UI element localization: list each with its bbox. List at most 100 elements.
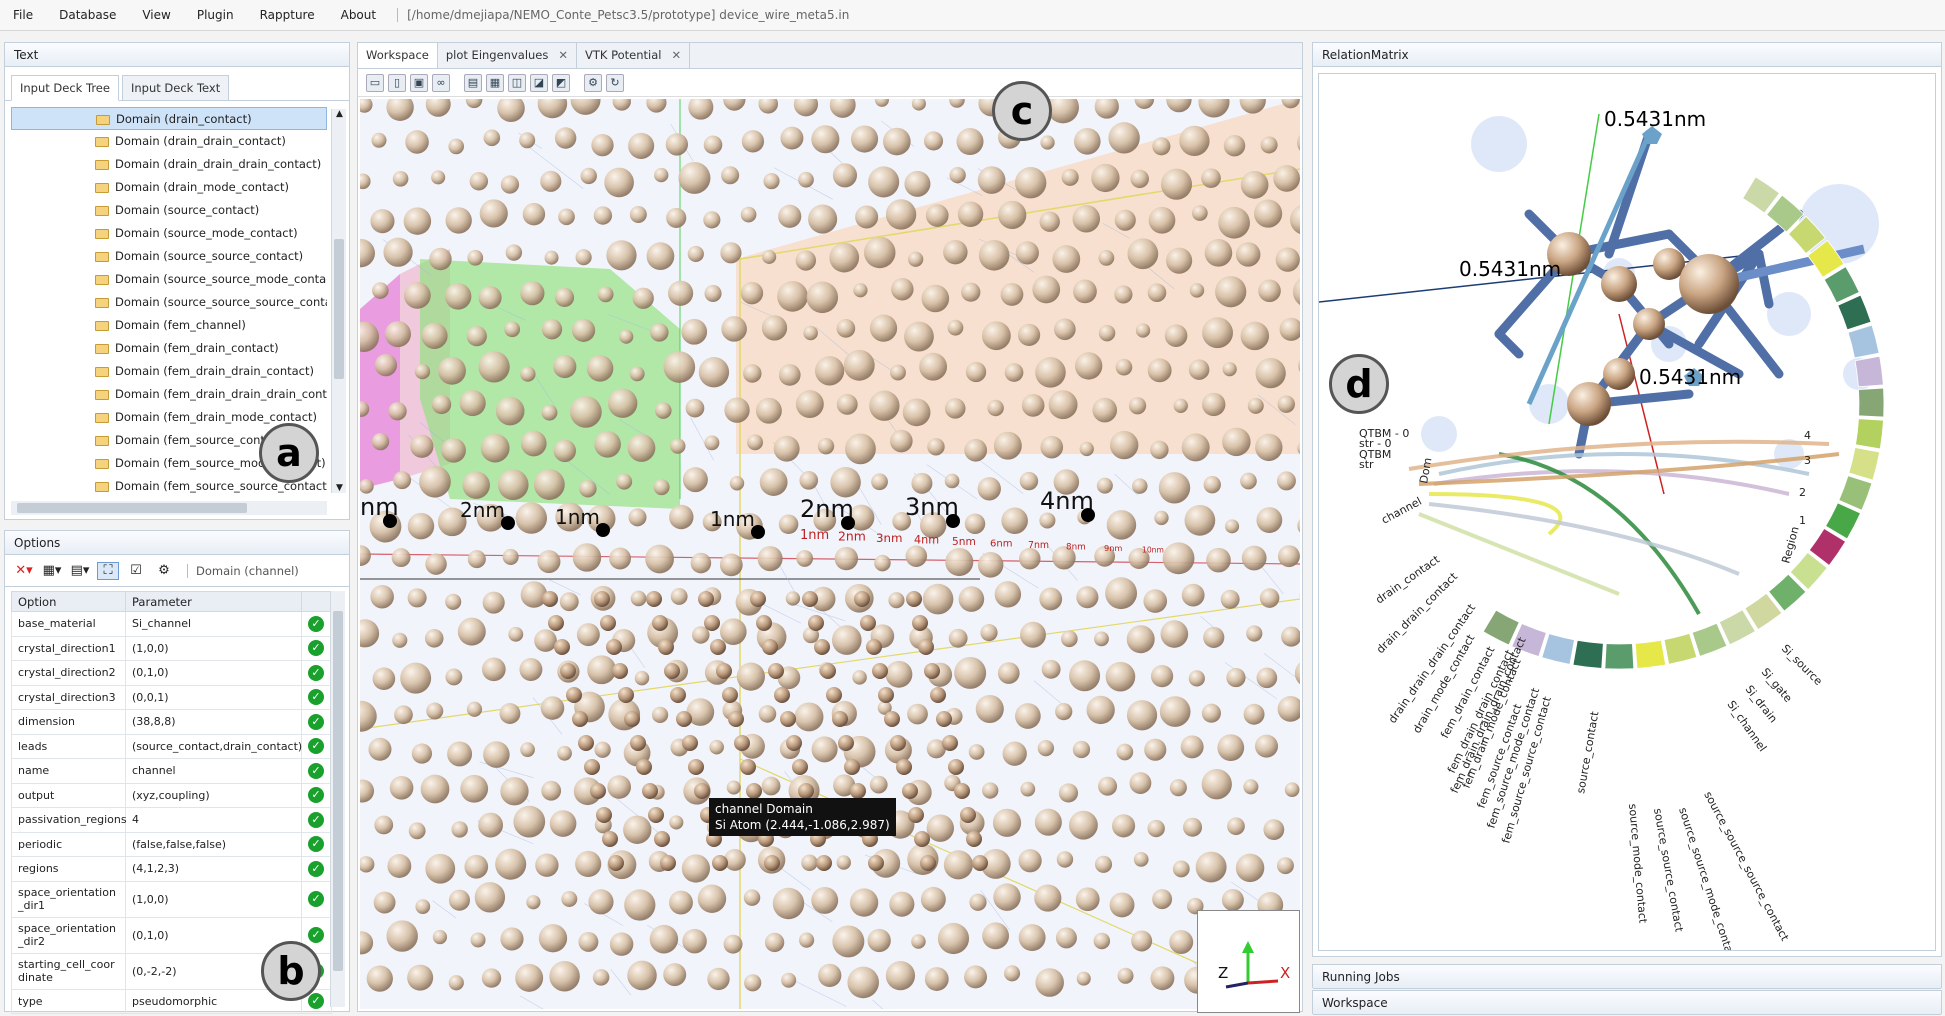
atom[interactable] [629, 205, 647, 223]
tree-scroll-thumb[interactable] [334, 239, 344, 379]
atom[interactable] [965, 361, 987, 383]
atom[interactable] [650, 323, 669, 342]
delete-icon[interactable]: ✕▾ [13, 562, 35, 580]
atom[interactable] [1150, 966, 1175, 991]
atom[interactable] [1108, 122, 1140, 154]
atom[interactable] [1241, 545, 1267, 571]
atom[interactable] [1074, 352, 1103, 380]
atom[interactable] [1132, 478, 1148, 494]
atom[interactable] [676, 711, 692, 727]
atom[interactable] [483, 129, 501, 147]
table-row[interactable]: crystal_direction2 (0,1,0) ✓ [11, 660, 332, 686]
atom[interactable] [927, 438, 945, 456]
atom[interactable] [964, 438, 988, 462]
options-vertical-scrollbar[interactable] [330, 591, 345, 1007]
atom[interactable] [905, 545, 928, 567]
atom[interactable] [982, 782, 999, 799]
atom[interactable] [519, 132, 536, 149]
option-value[interactable]: (0,0,1) [125, 684, 302, 710]
tree-item[interactable]: Domain (source_source_source_contac [11, 291, 327, 314]
tree-item[interactable]: Domain (source_mode_contact) [11, 222, 327, 245]
atom[interactable] [978, 240, 1010, 271]
close-icon[interactable]: ✕ [558, 48, 568, 62]
atom[interactable] [480, 433, 510, 463]
atom[interactable] [921, 284, 950, 313]
atom[interactable] [1072, 740, 1091, 759]
atom[interactable] [658, 639, 674, 655]
atom[interactable] [1247, 397, 1264, 414]
atom[interactable] [425, 853, 456, 884]
atom[interactable] [520, 430, 547, 457]
atom[interactable] [540, 696, 565, 720]
atom[interactable] [505, 244, 523, 261]
atom[interactable] [1172, 860, 1190, 878]
atom[interactable] [854, 591, 870, 607]
atom[interactable] [930, 687, 946, 703]
atom[interactable] [609, 547, 632, 570]
atom[interactable] [500, 777, 529, 806]
link-icon[interactable]: ∞ [432, 73, 450, 92]
atom[interactable] [801, 854, 818, 871]
atom[interactable] [649, 924, 679, 954]
atom[interactable] [949, 166, 966, 184]
atom[interactable] [519, 658, 543, 681]
option-value[interactable]: (source_contact,drain_contact) [125, 733, 302, 759]
save-icon[interactable]: ▣ [410, 73, 428, 92]
refresh-icon[interactable]: ↻ [606, 73, 624, 92]
atom[interactable] [849, 888, 879, 917]
atom[interactable] [1235, 853, 1265, 883]
atom[interactable] [549, 961, 580, 992]
atom[interactable] [1061, 630, 1078, 648]
atom[interactable] [371, 432, 390, 451]
atom[interactable] [803, 325, 818, 341]
atom[interactable] [1220, 589, 1240, 609]
atom[interactable] [982, 922, 1009, 950]
atom[interactable] [1114, 285, 1133, 304]
atom[interactable] [1240, 171, 1269, 199]
table-row[interactable]: space_orientation_dir1 (1,0,0) ✓ [11, 880, 332, 918]
atom[interactable] [1152, 137, 1171, 156]
atom[interactable] [470, 932, 486, 948]
atom[interactable] [663, 963, 687, 987]
atom[interactable] [682, 928, 707, 954]
scroll-up-icon[interactable]: ▲ [332, 109, 347, 119]
option-value[interactable]: 4 [125, 807, 302, 833]
view-icon-3[interactable]: ◫ [508, 73, 526, 92]
atom[interactable] [515, 502, 548, 534]
atom[interactable] [977, 477, 1001, 501]
atom[interactable] [942, 735, 958, 751]
atom[interactable] [533, 469, 565, 500]
atom[interactable] [1094, 631, 1109, 647]
atom[interactable] [972, 855, 988, 871]
atom[interactable] [1188, 670, 1205, 687]
atom[interactable] [1109, 430, 1139, 460]
atom[interactable] [1203, 626, 1225, 648]
validate-icon[interactable]: ☑ [125, 562, 147, 580]
atom[interactable] [796, 550, 814, 567]
atom[interactable] [1116, 743, 1134, 761]
atom[interactable] [553, 439, 577, 463]
atom[interactable] [606, 240, 637, 271]
atom[interactable] [802, 591, 818, 607]
atom[interactable] [764, 932, 785, 953]
atom[interactable] [663, 351, 696, 383]
atom[interactable] [520, 742, 535, 758]
atom[interactable] [885, 660, 913, 688]
atom[interactable] [918, 639, 934, 655]
atom[interactable] [464, 854, 489, 879]
atom[interactable] [860, 615, 876, 631]
atom[interactable] [1086, 695, 1115, 725]
atom[interactable] [944, 398, 966, 419]
atom[interactable] [811, 736, 838, 763]
atom[interactable] [704, 615, 720, 631]
option-value[interactable]: Si_channel [125, 611, 302, 637]
atom[interactable] [707, 967, 730, 991]
atom[interactable] [627, 960, 657, 991]
atom[interactable] [584, 759, 600, 775]
atom[interactable] [904, 321, 934, 352]
atom[interactable] [1201, 769, 1232, 800]
gear-icon[interactable]: ⚙ [584, 73, 602, 92]
atom[interactable] [964, 513, 986, 534]
atom[interactable] [698, 591, 714, 607]
atom[interactable] [777, 280, 808, 312]
